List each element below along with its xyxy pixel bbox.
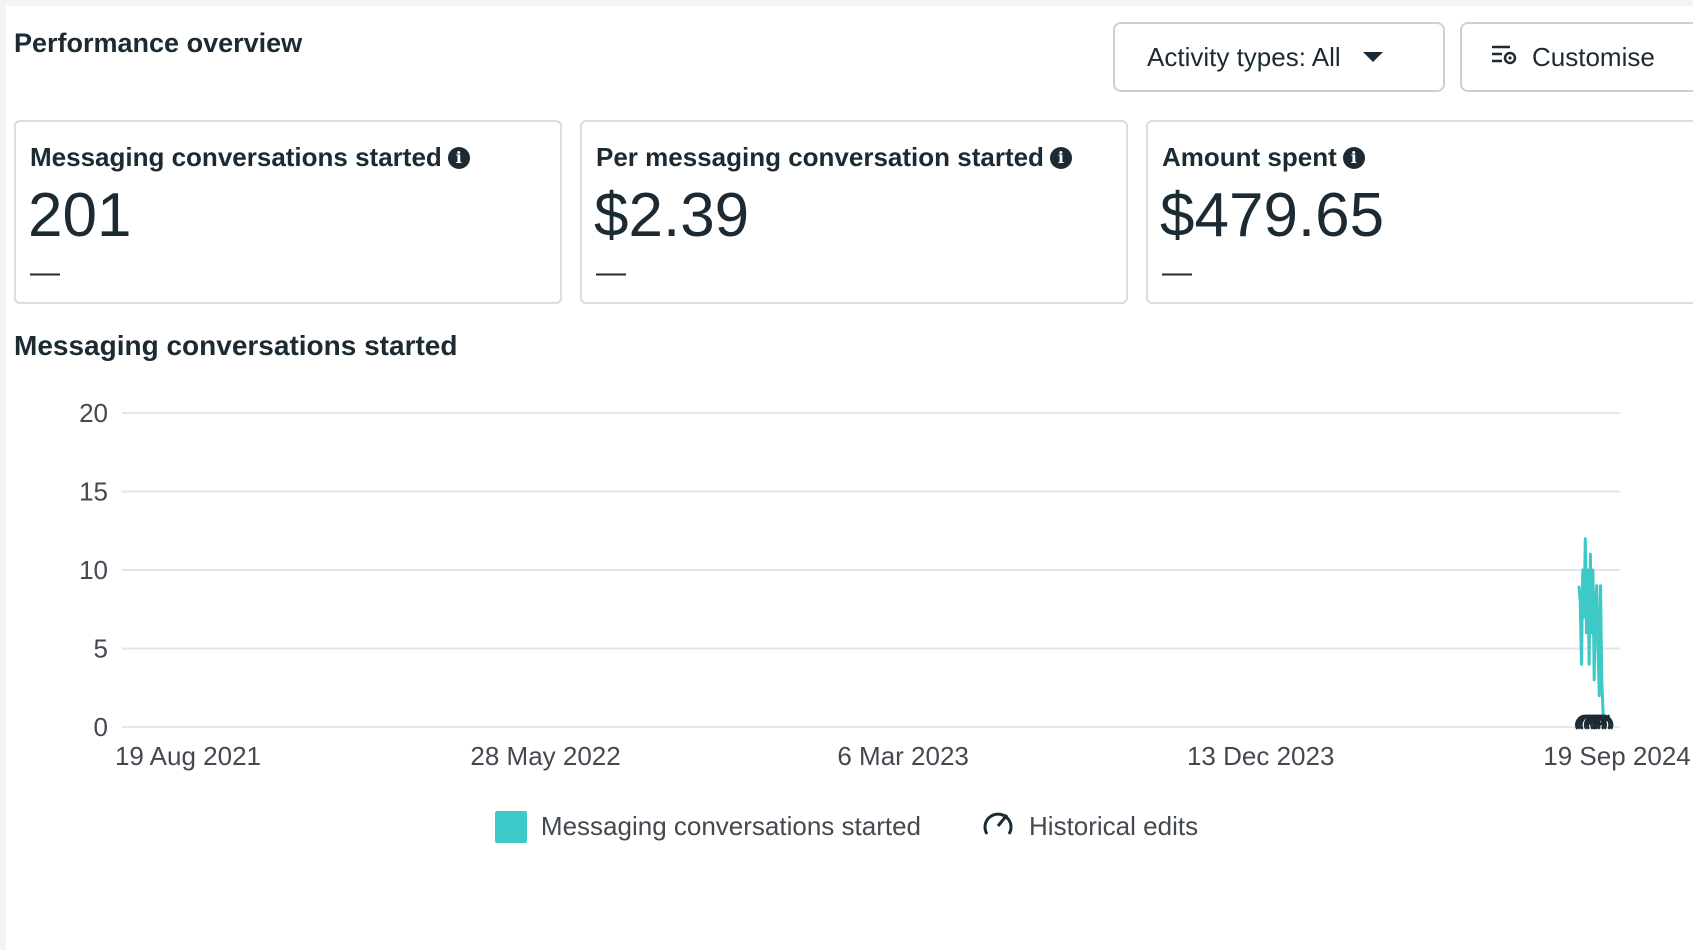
x-tick-label: 19 Sep 2024 [1543, 741, 1690, 771]
info-icon[interactable]: i [1342, 146, 1365, 169]
chart-title: Messaging conversations started [14, 330, 458, 361]
customise-label: Customise [1532, 41, 1655, 72]
metric-label-row: Amount spent i [1162, 142, 1365, 173]
metric-label: Messaging conversations started [30, 142, 442, 172]
x-tick-label: 6 Mar 2023 [837, 741, 969, 771]
y-tick-label: 5 [94, 634, 108, 664]
metric-delta: — [1162, 256, 1192, 289]
metric-value: $2.39 [594, 181, 750, 250]
metric-card-conversations[interactable]: Messaging conversations started i 201 — [14, 120, 562, 304]
conversations-line-chart[interactable]: 0 5 10 15 20 19 Aug 2021 28 May 2022 6 Mar 2023… [0, 370, 1693, 790]
series-line[interactable] [1577, 537, 1606, 728]
metric-value: $479.65 [1160, 181, 1385, 250]
metric-label-row: Messaging conversations started i [30, 142, 470, 173]
y-tick-label: 15 [79, 477, 108, 507]
x-tick-label: 19 Aug 2021 [115, 741, 261, 771]
activity-types-label: Activity types: All [1147, 41, 1341, 72]
page-title: Performance overview [14, 28, 303, 58]
metric-label: Amount spent [1162, 142, 1337, 172]
legend-edits-label: Historical edits [1029, 811, 1199, 841]
info-icon[interactable]: i [1049, 146, 1072, 169]
activity-types-dropdown[interactable]: Activity types: All [1113, 22, 1445, 92]
chart-legend: Messaging conversations started Historic… [0, 808, 1693, 845]
y-tick-label: 20 [79, 398, 108, 428]
metric-card-amount-spent[interactable]: Amount spent i $479.65 — [1146, 120, 1693, 304]
series-swatch [494, 810, 527, 843]
customise-button[interactable]: Customise [1460, 22, 1693, 92]
historical-edit-icon [981, 808, 1015, 845]
metric-delta: — [30, 256, 60, 289]
info-icon[interactable]: i [447, 146, 470, 169]
x-tick-label: 13 Dec 2023 [1187, 741, 1334, 771]
x-tick-label: 28 May 2022 [470, 741, 620, 771]
legend-item-historical-edits[interactable]: Historical edits [981, 808, 1198, 845]
metric-card-cost-per-conversation[interactable]: Per messaging conversation started i $2.… [580, 120, 1128, 304]
legend-series-label: Messaging conversations started [540, 811, 922, 841]
metric-label: Per messaging conversation started [596, 142, 1044, 172]
metric-delta: — [596, 256, 626, 289]
metric-value: 201 [28, 181, 132, 250]
caret-down-icon [1362, 52, 1383, 62]
metric-label-row: Per messaging conversation started i [596, 142, 1072, 173]
y-tick-label: 0 [94, 712, 108, 742]
legend-item-series[interactable]: Messaging conversations started [494, 808, 922, 845]
y-tick-label: 10 [79, 555, 108, 585]
customise-settings-icon [1490, 41, 1518, 74]
